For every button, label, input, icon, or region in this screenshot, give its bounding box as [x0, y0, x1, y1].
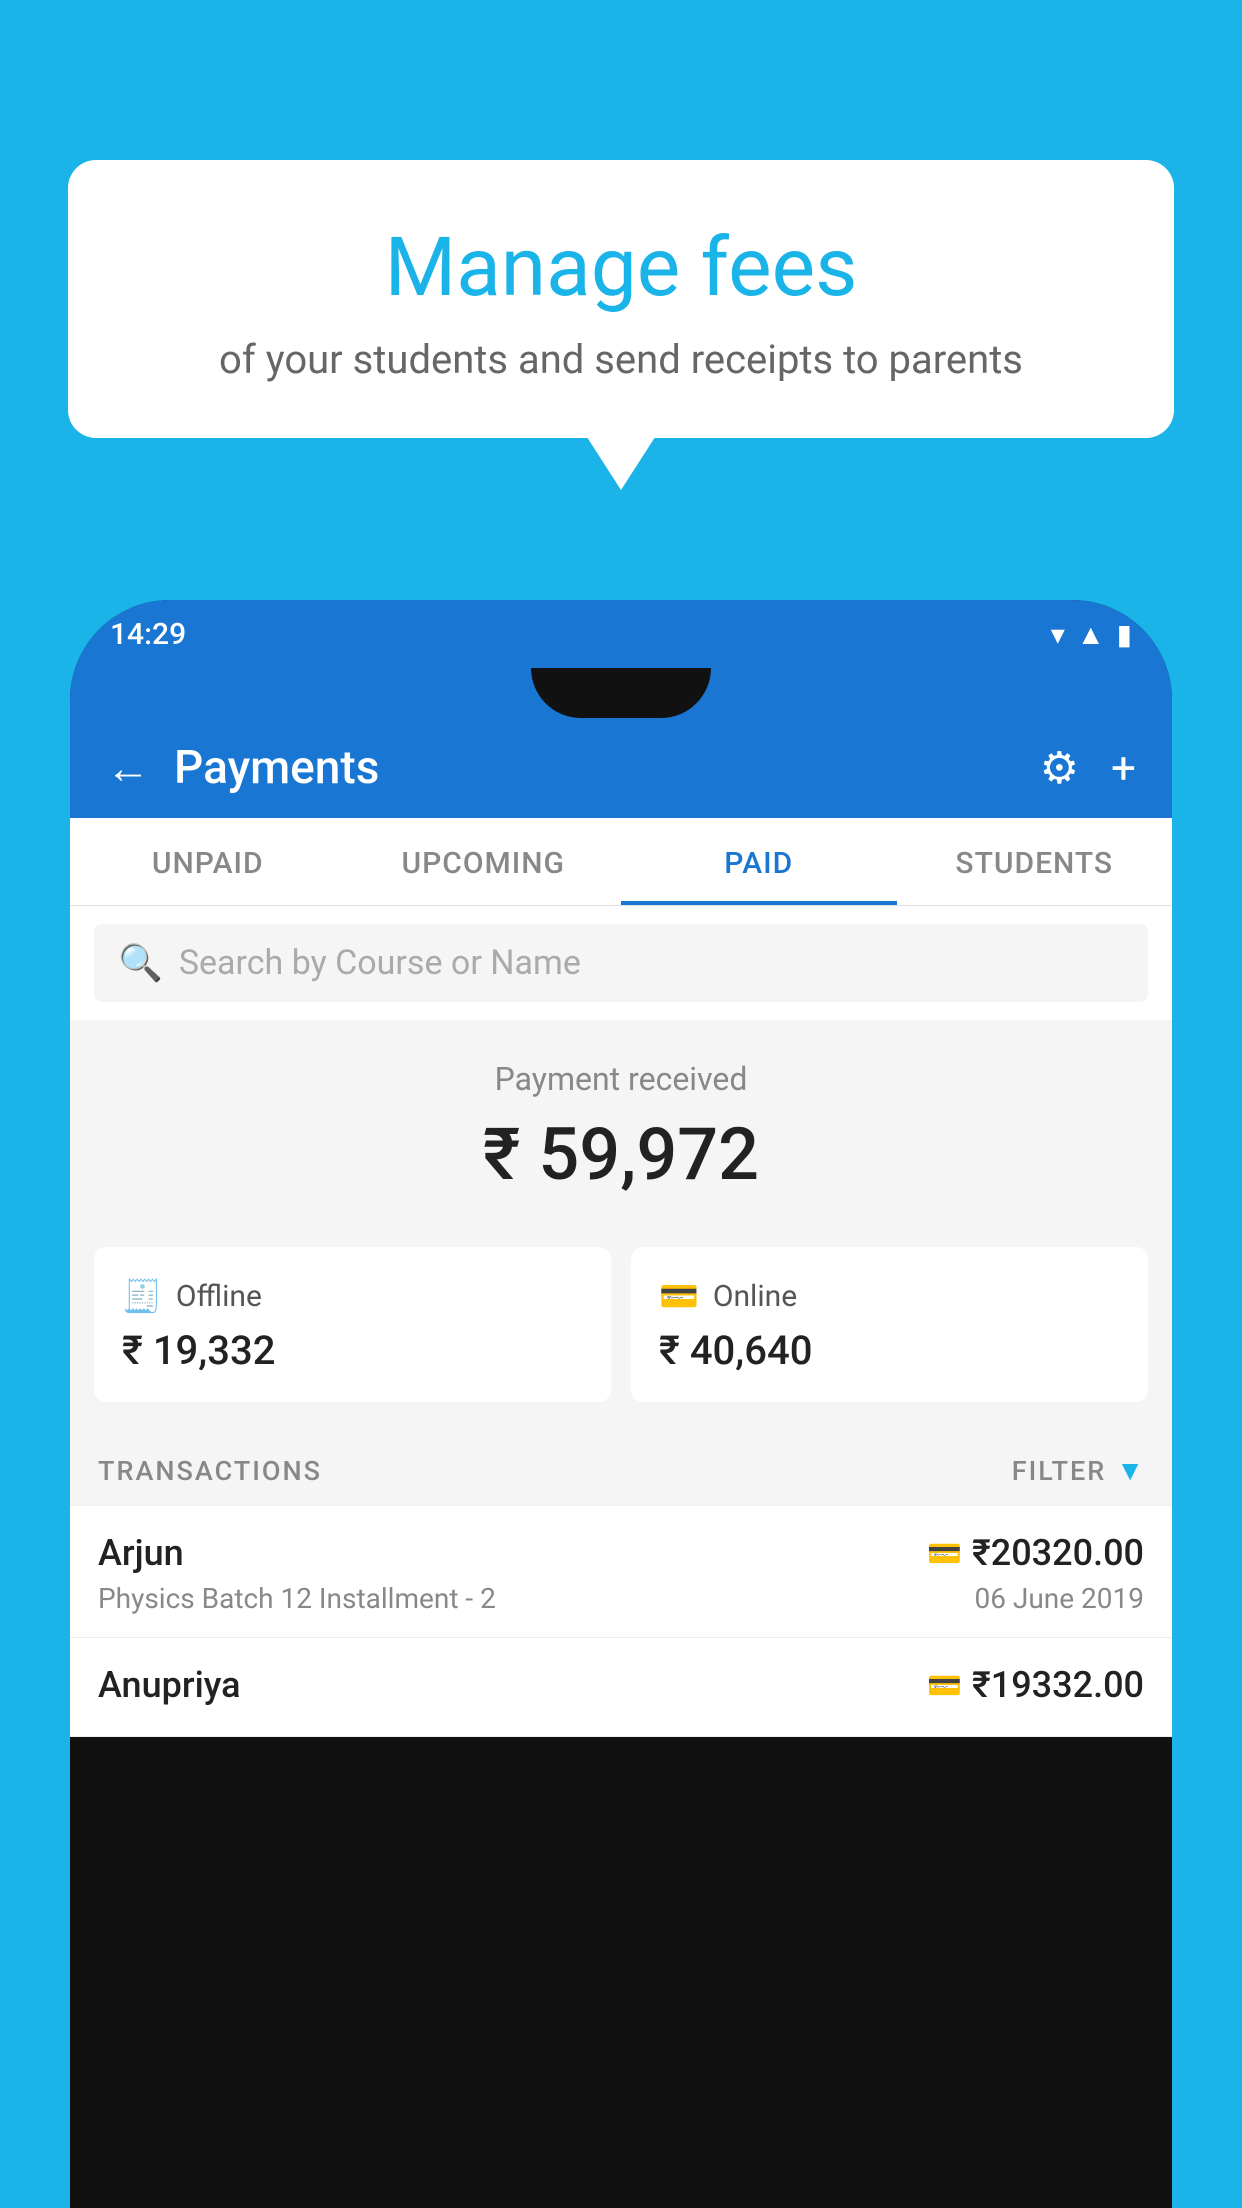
app-header: ← Payments ⚙ +: [70, 718, 1172, 818]
transaction-name: Anupriya: [98, 1664, 241, 1706]
search-icon: 🔍: [118, 942, 163, 984]
online-icon: 💳: [659, 1277, 699, 1315]
settings-icon[interactable]: ⚙: [1040, 742, 1079, 794]
transaction-top: Arjun 💳 ₹20320.00: [98, 1532, 1144, 1574]
offline-card-header: 🧾 Offline: [122, 1277, 583, 1315]
offline-label: Offline: [176, 1279, 262, 1314]
transactions-header: TRANSACTIONS FILTER ▼: [70, 1432, 1172, 1505]
transaction-name: Arjun: [98, 1532, 184, 1574]
transaction-row[interactable]: Anupriya 💳 ₹19332.00: [70, 1637, 1172, 1737]
transaction-amount-area: 💳 ₹19332.00: [927, 1664, 1144, 1706]
status-bar: 14:29 ▾ ▲ ▮: [70, 600, 1172, 668]
filter-button[interactable]: FILTER ▼: [1012, 1454, 1144, 1487]
payment-received-section: Payment received ₹ 59,972: [70, 1020, 1172, 1227]
notch-area: [70, 668, 1172, 718]
transaction-amount: ₹20320.00: [972, 1532, 1144, 1574]
transaction-top: Anupriya 💳 ₹19332.00: [98, 1664, 1144, 1706]
wifi-icon: ▾: [1051, 618, 1065, 651]
filter-label: FILTER: [1012, 1455, 1107, 1487]
offline-amount: ₹ 19,332: [122, 1327, 583, 1374]
battery-icon: ▮: [1117, 618, 1132, 651]
speech-bubble-title: Manage fees: [118, 220, 1124, 316]
tab-unpaid[interactable]: UNPAID: [70, 818, 346, 905]
search-bar[interactable]: 🔍 Search by Course or Name: [94, 924, 1148, 1002]
add-icon[interactable]: +: [1111, 742, 1136, 794]
transactions-label: TRANSACTIONS: [98, 1455, 322, 1487]
payment-cards: 🧾 Offline ₹ 19,332 💳 Online ₹ 40,640: [70, 1227, 1172, 1432]
page-title: Payments: [174, 741, 1040, 795]
transaction-mode-icon: 💳: [927, 1669, 962, 1702]
notch: [531, 668, 711, 718]
transaction-mode-icon: 💳: [927, 1537, 962, 1570]
payment-received-amount: ₹ 59,972: [70, 1112, 1172, 1197]
filter-icon: ▼: [1116, 1454, 1144, 1487]
tab-paid[interactable]: PAID: [621, 818, 897, 905]
tab-upcoming[interactable]: UPCOMING: [346, 818, 622, 905]
status-time: 14:29: [110, 617, 186, 652]
search-container: 🔍 Search by Course or Name: [70, 906, 1172, 1020]
transaction-date: 06 June 2019: [974, 1582, 1144, 1615]
search-placeholder: Search by Course or Name: [179, 943, 581, 983]
online-card: 💳 Online ₹ 40,640: [631, 1247, 1148, 1402]
tabs-bar: UNPAID UPCOMING PAID STUDENTS: [70, 818, 1172, 906]
offline-icon: 🧾: [122, 1277, 162, 1315]
signal-icon: ▲: [1077, 618, 1105, 651]
online-amount: ₹ 40,640: [659, 1327, 1120, 1374]
payment-received-label: Payment received: [70, 1060, 1172, 1098]
transaction-row[interactable]: Arjun 💳 ₹20320.00 Physics Batch 12 Insta…: [70, 1505, 1172, 1637]
speech-bubble: Manage fees of your students and send re…: [68, 160, 1174, 438]
speech-bubble-subtitle: of your students and send receipts to pa…: [118, 336, 1124, 383]
online-card-header: 💳 Online: [659, 1277, 1120, 1315]
transaction-bottom: Physics Batch 12 Installment - 2 06 June…: [98, 1582, 1144, 1615]
transaction-amount-area: 💳 ₹20320.00: [927, 1532, 1144, 1574]
status-icons: ▾ ▲ ▮: [1051, 618, 1132, 651]
phone-frame: 14:29 ▾ ▲ ▮ ← Payments ⚙ + UNPAID UPCOMI…: [70, 600, 1172, 2208]
transaction-amount: ₹19332.00: [972, 1664, 1144, 1706]
transaction-course: Physics Batch 12 Installment - 2: [98, 1582, 496, 1615]
online-label: Online: [713, 1279, 797, 1314]
offline-card: 🧾 Offline ₹ 19,332: [94, 1247, 611, 1402]
tab-students[interactable]: STUDENTS: [897, 818, 1173, 905]
back-button[interactable]: ←: [106, 742, 150, 794]
header-icons: ⚙ +: [1040, 742, 1136, 794]
